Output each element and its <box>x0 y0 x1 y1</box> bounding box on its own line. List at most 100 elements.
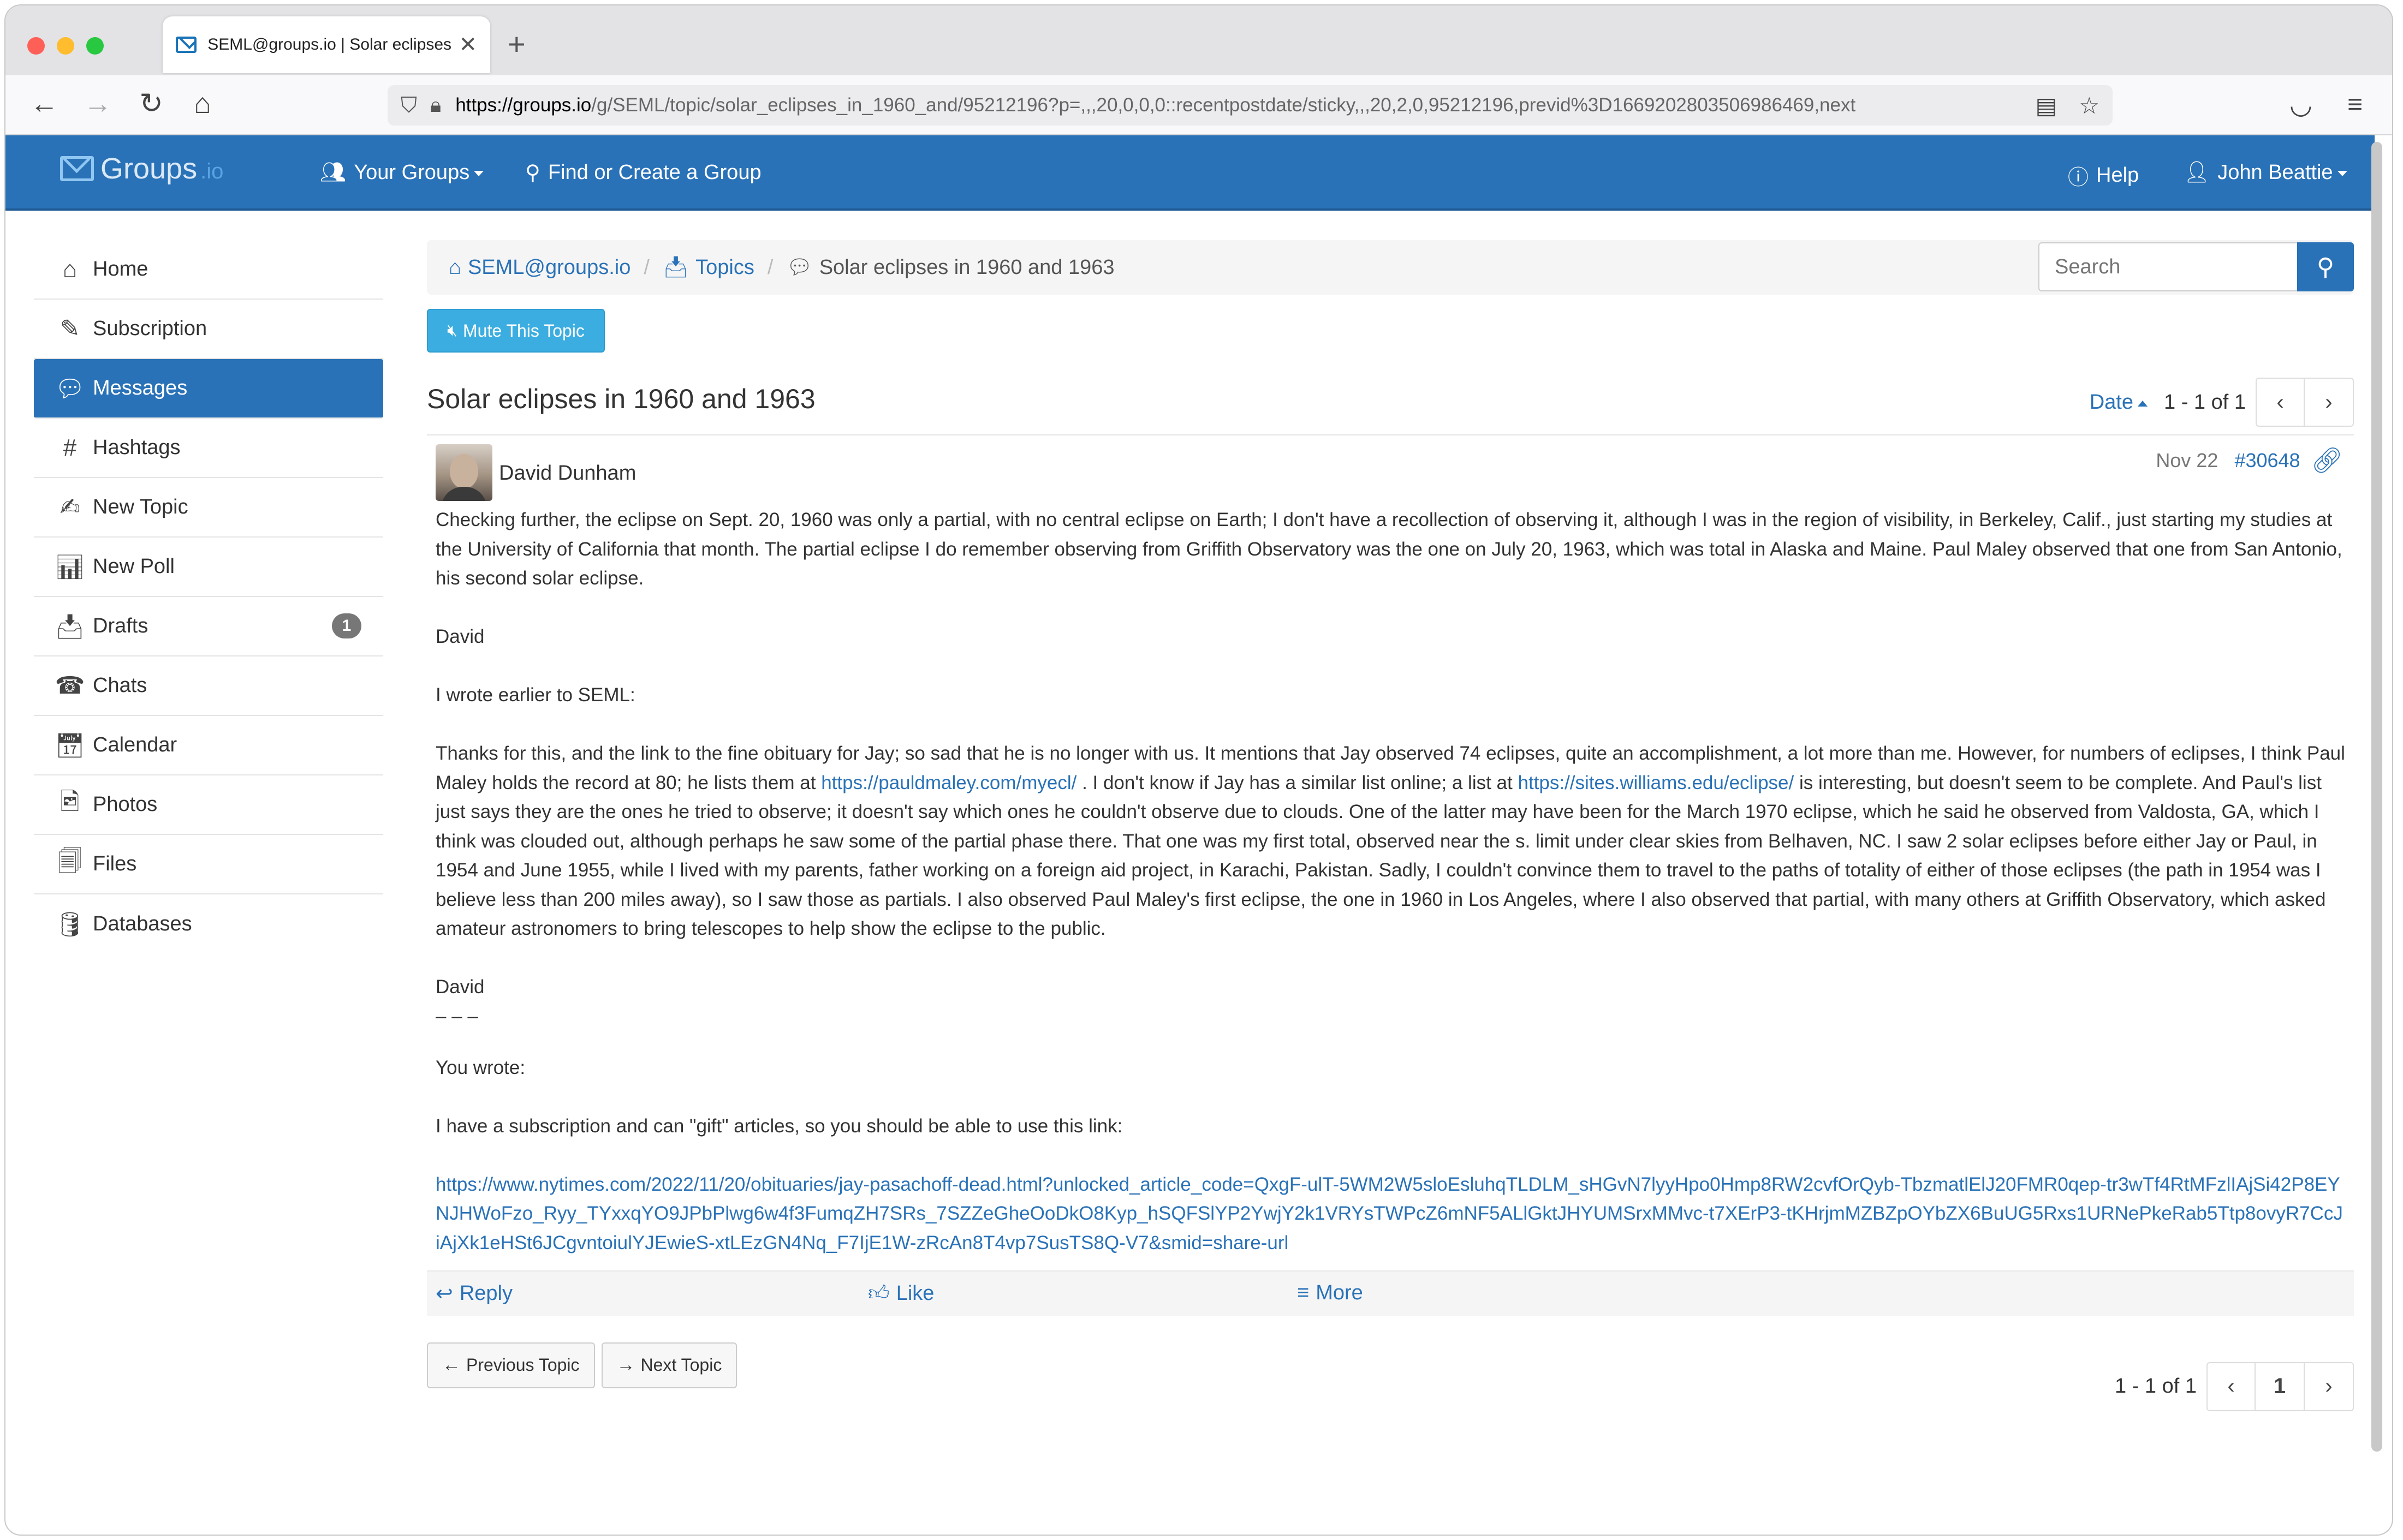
sidebar: ⌂ Home ✎ Subscription 💬︎ Messages # Hashtags… <box>34 240 383 954</box>
pager-prev-button[interactable]: ‹ <box>2256 378 2305 427</box>
sidebar-item-photos[interactable]: 🖻 Photos <box>34 775 383 835</box>
info-circle-icon: ⓘ <box>2068 166 2089 189</box>
url-bar[interactable]: ⛉ 🔒︎ https://groups.io/g/SEML/topic/sola… <box>388 85 2113 126</box>
breadcrumb-group[interactable]: ⌂ SEML@groups.io <box>449 256 631 279</box>
tab-bar: SEML@groups.io | Solar eclipses ✕ + <box>5 5 2392 75</box>
reply-icon: ↩ <box>436 1282 453 1305</box>
pager-next-button[interactable]: › <box>2305 378 2354 427</box>
williams-eclipse-link[interactable]: https://sites.williams.edu/eclipse/ <box>1518 772 1794 793</box>
url-text[interactable]: https://groups.io/g/SEML/topic/solar_ecl… <box>455 94 2013 116</box>
chevron-left-icon: ‹ <box>2227 1374 2235 1398</box>
nytimes-link[interactable]: https://www.nytimes.com/2022/11/20/obitu… <box>436 1170 2345 1258</box>
chevron-left-icon: ‹ <box>2276 390 2284 414</box>
chevron-right-icon: › <box>2325 390 2333 414</box>
sidebar-item-files[interactable]: 🗐 Files <box>34 835 383 894</box>
sidebar-item-drafts[interactable]: 📥︎ Drafts 1 <box>34 597 383 656</box>
pauldmaley-link[interactable]: https://pauldmaley.com/myecl/ <box>821 772 1076 793</box>
tab-title: SEML@groups.io | Solar eclipses <box>207 35 452 53</box>
pager-next-button[interactable]: › <box>2305 1362 2354 1411</box>
envelope-logo-icon <box>60 156 94 181</box>
arrow-left-icon: ← <box>442 1354 461 1375</box>
sidebar-item-hashtags[interactable]: # Hashtags <box>34 419 383 478</box>
more-button[interactable]: ≡ More <box>1297 1281 1363 1305</box>
search-icon: ⚲ <box>525 162 540 184</box>
mute-topic-button[interactable]: 🔇︎ Mute This Topic <box>427 309 605 353</box>
topic-title: Solar eclipses in 1960 and 1963 <box>427 384 816 414</box>
bookmark-star-icon[interactable]: ☆ <box>2079 92 2099 119</box>
menu-icon[interactable]: ≡ <box>2347 89 2363 120</box>
your-groups-menu[interactable]: 👥︎ Your Groups <box>320 160 484 184</box>
sidebar-item-chats[interactable]: ☎ Chats <box>34 656 383 716</box>
page-scrollbar[interactable] <box>2371 142 2382 1452</box>
files-icon: 🗐 <box>58 848 82 875</box>
list-icon: ≡ <box>1297 1281 1310 1304</box>
arrow-right-icon: → <box>616 1354 635 1375</box>
phone-icon: ☎ <box>55 672 85 699</box>
message-actions: ↩ Reply 👍︎ Like ≡ More <box>427 1270 2354 1316</box>
thumbs-up-icon: 👍︎ <box>868 1281 890 1305</box>
sidebar-item-new-topic[interactable]: ✍ New Topic <box>34 478 383 538</box>
new-tab-button[interactable]: + <box>508 26 526 62</box>
message-signature: David <box>436 626 485 647</box>
like-button[interactable]: 👍︎ Like <box>868 1281 934 1306</box>
reader-view-icon[interactable]: ▤ <box>2036 92 2057 119</box>
sidebar-item-messages[interactable]: 💬︎ Messages <box>34 359 383 419</box>
bottom-pager: 1 - 1 of 1 ‹ 1 › <box>2115 1362 2354 1411</box>
breadcrumb-current: 💬︎ Solar eclipses in 1960 and 1963 <box>786 255 1115 279</box>
avatar[interactable] <box>436 444 492 501</box>
comments-icon: 💬︎ <box>786 256 813 279</box>
sidebar-item-calendar[interactable]: 📅︎ Calendar <box>34 716 383 775</box>
back-arrow-icon[interactable]: ← <box>25 87 63 120</box>
home-icon: ⌂ <box>449 255 461 279</box>
message-paragraph: Checking further, the eclipse on Sept. 2… <box>436 509 2342 589</box>
pager-prev-button[interactable]: ‹ <box>2206 1362 2256 1411</box>
search-button[interactable]: ⚲ <box>2297 242 2354 291</box>
lock-icon[interactable]: 🔒︎ <box>430 94 441 117</box>
message-meta: Nov 22 #30648 🔗︎ <box>2156 445 2343 475</box>
inbox-icon: 📥︎ <box>55 613 85 640</box>
drafts-count-badge: 1 <box>332 613 361 638</box>
browser-toolbar: ← → ↻ ⌂ ⛉ 🔒︎ https://groups.io/g/SEML/to… <box>5 75 2392 135</box>
home-icon: ⌂ <box>62 255 78 283</box>
breadcrumb-separator: / <box>644 255 650 279</box>
minimize-window-button[interactable] <box>57 37 74 55</box>
pencil-icon: ✎ <box>60 315 80 342</box>
user-menu[interactable]: 👤︎ John Beattie <box>2184 160 2347 184</box>
browser-tab[interactable]: SEML@groups.io | Solar eclipses ✕ <box>163 16 490 73</box>
link-icon[interactable]: 🔗︎ <box>2311 445 2343 475</box>
signature-dashes: – – – <box>436 1006 478 1027</box>
main-content: ⌂ SEML@groups.io / 📥︎ Topics / 💬︎ Solar ecl… <box>427 240 2354 1411</box>
reply-button[interactable]: ↩ Reply <box>436 1281 513 1306</box>
pocket-icon[interactable]: ◡ <box>2289 89 2312 120</box>
sort-controls: Date 1 - 1 of 1 ‹ › <box>2090 378 2354 427</box>
help-link[interactable]: ⓘ Help <box>2068 160 2139 190</box>
sidebar-item-databases[interactable]: 🛢︎ Databases <box>34 894 383 954</box>
shield-icon[interactable]: ⛉ <box>401 93 417 118</box>
calendar-icon: 📅︎ <box>55 732 85 759</box>
sidebar-item-new-poll[interactable]: 📊︎ New Poll <box>34 538 383 597</box>
next-topic-button[interactable]: → Next Topic <box>601 1342 737 1388</box>
reload-icon[interactable]: ↻ <box>132 87 170 120</box>
breadcrumb-separator: / <box>767 255 774 279</box>
caret-up-icon <box>2138 400 2148 407</box>
sort-by-date-link[interactable]: Date <box>2090 391 2148 414</box>
previous-topic-button[interactable]: ← Previous Topic <box>427 1342 595 1388</box>
pager-page-1[interactable]: 1 <box>2256 1362 2305 1411</box>
groups-logo[interactable]: Groups .io <box>60 152 223 186</box>
find-group-link[interactable]: ⚲ Find or Create a Group <box>525 160 762 185</box>
home-icon[interactable]: ⌂ <box>183 87 222 120</box>
close-window-button[interactable] <box>27 37 45 55</box>
message-paragraph: Thanks for this, and the link to the fin… <box>436 743 2345 939</box>
sidebar-item-home[interactable]: ⌂ Home <box>34 240 383 300</box>
topic-navigation: ← Previous Topic → Next Topic 1 - 1 of 1 ‹… <box>427 1342 2354 1411</box>
browser-window: SEML@groups.io | Solar eclipses ✕ + ← → … <box>5 5 2392 1535</box>
search-input[interactable] <box>2038 242 2297 291</box>
breadcrumb-topics[interactable]: 📥︎ Topics <box>663 255 754 279</box>
message-author[interactable]: David Dunham <box>499 462 636 485</box>
message-number-link[interactable]: #30648 <box>2234 449 2300 472</box>
tab-close-icon[interactable]: ✕ <box>459 32 477 57</box>
maximize-window-button[interactable] <box>86 37 104 55</box>
forward-arrow-icon[interactable]: → <box>79 87 117 120</box>
sidebar-item-subscription[interactable]: ✎ Subscription <box>34 300 383 359</box>
edit-icon: ✍ <box>60 494 80 521</box>
